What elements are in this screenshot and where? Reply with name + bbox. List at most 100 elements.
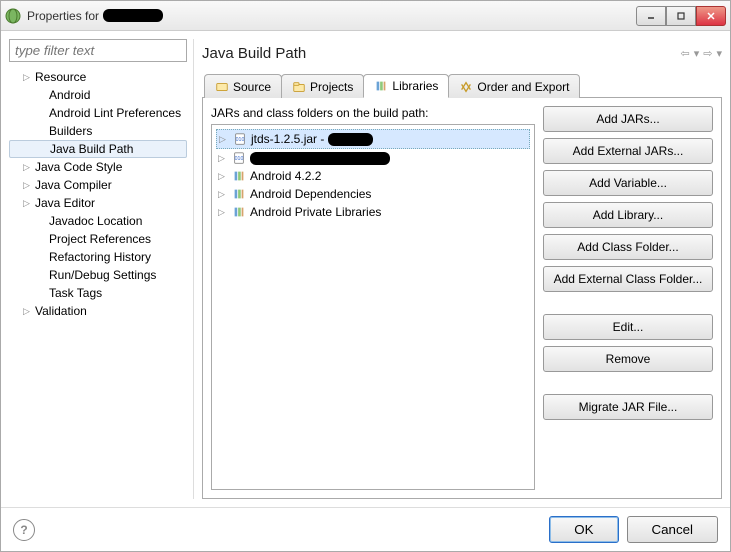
- expand-arrow-icon: ▷: [218, 153, 228, 164]
- tabbar: Source Projects Libraries Order and Export: [202, 73, 722, 98]
- order-icon: [459, 80, 473, 94]
- sidebar-item-label: Javadoc Location: [49, 214, 142, 228]
- window-title: Properties for: [27, 9, 636, 23]
- library-row[interactable]: ▷ Android Dependencies: [216, 185, 530, 203]
- library-label: Android 4.2.2: [250, 169, 321, 183]
- add-external-jars-button[interactable]: Add External JARs...: [543, 138, 713, 164]
- main-panel: Java Build Path ⇦ ▾ ⇨ ▾ Source Projects Li…: [193, 39, 722, 499]
- add-jars-button[interactable]: Add JARs...: [543, 106, 713, 132]
- add-class-folder-button[interactable]: Add Class Folder...: [543, 234, 713, 260]
- window-title-prefix: Properties for: [27, 9, 99, 23]
- sidebar-item-label: Java Editor: [35, 196, 95, 210]
- svg-text:010: 010: [236, 137, 245, 143]
- sidebar-item-refactoring-history[interactable]: Refactoring History: [9, 248, 187, 266]
- back-menu-icon[interactable]: ▾: [694, 47, 700, 60]
- tab-libraries[interactable]: Libraries: [363, 74, 449, 98]
- tab-order-and-export[interactable]: Order and Export: [448, 74, 580, 98]
- filter-input[interactable]: [9, 39, 187, 62]
- maximize-button[interactable]: [666, 6, 696, 26]
- tab-label: Source: [233, 80, 271, 94]
- jar-icon: 010: [233, 132, 247, 146]
- sidebar-item-label: Java Build Path: [50, 142, 133, 156]
- redacted-project-name: [103, 9, 163, 22]
- libraries-icon: [374, 79, 388, 93]
- jars-heading: JARs and class folders on the build path…: [211, 106, 535, 120]
- expand-arrow-icon: ▷: [23, 198, 33, 209]
- migrate-jar-button[interactable]: Migrate JAR File...: [543, 394, 713, 420]
- button-column: Add JARs... Add External JARs... Add Var…: [543, 106, 713, 490]
- sidebar-item-resource[interactable]: ▷Resource: [9, 68, 187, 86]
- cancel-button[interactable]: Cancel: [627, 516, 719, 543]
- sidebar-item-label: Resource: [35, 70, 86, 84]
- library-row[interactable]: ▷ Android 4.2.2: [216, 167, 530, 185]
- sidebar-item-java-compiler[interactable]: ▷Java Compiler: [9, 176, 187, 194]
- libraries-tab-content: JARs and class folders on the build path…: [202, 98, 722, 499]
- sidebar: ▷ResourceAndroidAndroid Lint Preferences…: [9, 39, 187, 499]
- minimize-button[interactable]: [636, 6, 666, 26]
- redacted-path: [328, 133, 373, 146]
- expand-arrow-icon: ▷: [218, 207, 228, 218]
- forward-menu-icon[interactable]: ▾: [716, 47, 722, 60]
- jar-icon: 010: [232, 151, 246, 165]
- sidebar-item-javadoc-location[interactable]: Javadoc Location: [9, 212, 187, 230]
- sidebar-item-label: Java Compiler: [35, 178, 112, 192]
- sidebar-item-label: Android: [49, 88, 90, 102]
- expand-arrow-icon: ▷: [218, 189, 228, 200]
- expand-arrow-icon: ▷: [218, 171, 228, 182]
- library-row[interactable]: ▷010jtds-1.2.5.jar -: [216, 129, 530, 149]
- projects-icon: [292, 80, 306, 94]
- library-row[interactable]: ▷ Android Private Libraries: [216, 203, 530, 221]
- sidebar-item-project-references[interactable]: Project References: [9, 230, 187, 248]
- redacted-label: [250, 152, 390, 165]
- sidebar-item-run-debug-settings[interactable]: Run/Debug Settings: [9, 266, 187, 284]
- expand-arrow-icon: ▷: [23, 180, 33, 191]
- tab-source[interactable]: Source: [204, 74, 282, 98]
- sidebar-item-java-build-path[interactable]: Java Build Path: [9, 140, 187, 158]
- sidebar-item-label: Android Lint Preferences: [49, 106, 181, 120]
- sidebar-item-label: Builders: [49, 124, 92, 138]
- tab-projects[interactable]: Projects: [281, 74, 364, 98]
- expand-arrow-icon: ▷: [23, 306, 33, 317]
- back-icon[interactable]: ⇦: [681, 47, 690, 60]
- sidebar-item-label: Project References: [49, 232, 151, 246]
- forward-icon[interactable]: ⇨: [703, 47, 712, 60]
- tab-label: Libraries: [392, 79, 438, 93]
- add-variable-button[interactable]: Add Variable...: [543, 170, 713, 196]
- add-external-class-folder-button[interactable]: Add External Class Folder...: [543, 266, 713, 292]
- library-label: Android Dependencies: [250, 187, 371, 201]
- properties-dialog: Properties for ▷ResourceAndroidAndroid L…: [0, 0, 731, 552]
- jars-list[interactable]: ▷010jtds-1.2.5.jar - ▷010▷Android 4.2.2▷…: [211, 124, 535, 490]
- page-title: Java Build Path: [202, 45, 306, 62]
- sidebar-item-label: Validation: [35, 304, 87, 318]
- sidebar-item-java-code-style[interactable]: ▷Java Code Style: [9, 158, 187, 176]
- help-icon[interactable]: ?: [13, 519, 35, 541]
- edit-button[interactable]: Edit...: [543, 314, 713, 340]
- sidebar-item-android[interactable]: Android: [9, 86, 187, 104]
- category-tree: ▷ResourceAndroidAndroid Lint Preferences…: [9, 68, 187, 499]
- ok-button[interactable]: OK: [549, 516, 618, 543]
- tab-label: Projects: [310, 80, 353, 94]
- footer: ? OK Cancel: [1, 507, 730, 551]
- sidebar-item-validation[interactable]: ▷Validation: [9, 302, 187, 320]
- svg-text:010: 010: [235, 156, 244, 162]
- nav-arrows: ⇦ ▾ ⇨ ▾: [681, 47, 723, 60]
- sidebar-item-label: Java Code Style: [35, 160, 122, 174]
- sidebar-item-java-editor[interactable]: ▷Java Editor: [9, 194, 187, 212]
- close-button[interactable]: [696, 6, 726, 26]
- library-icon: [232, 205, 246, 219]
- sidebar-item-task-tags[interactable]: Task Tags: [9, 284, 187, 302]
- source-icon: [215, 80, 229, 94]
- sidebar-item-android-lint-preferences[interactable]: Android Lint Preferences: [9, 104, 187, 122]
- sidebar-item-label: Refactoring History: [49, 250, 151, 264]
- library-label: jtds-1.2.5.jar -: [251, 132, 324, 146]
- add-library-button[interactable]: Add Library...: [543, 202, 713, 228]
- tab-label: Order and Export: [477, 80, 569, 94]
- library-label: Android Private Libraries: [250, 205, 381, 219]
- sidebar-item-builders[interactable]: Builders: [9, 122, 187, 140]
- library-row[interactable]: ▷ 010: [216, 149, 530, 167]
- eclipse-icon: [5, 8, 21, 24]
- remove-button[interactable]: Remove: [543, 346, 713, 372]
- library-icon: [232, 187, 246, 201]
- sidebar-item-label: Run/Debug Settings: [49, 268, 156, 282]
- library-icon: [232, 169, 246, 183]
